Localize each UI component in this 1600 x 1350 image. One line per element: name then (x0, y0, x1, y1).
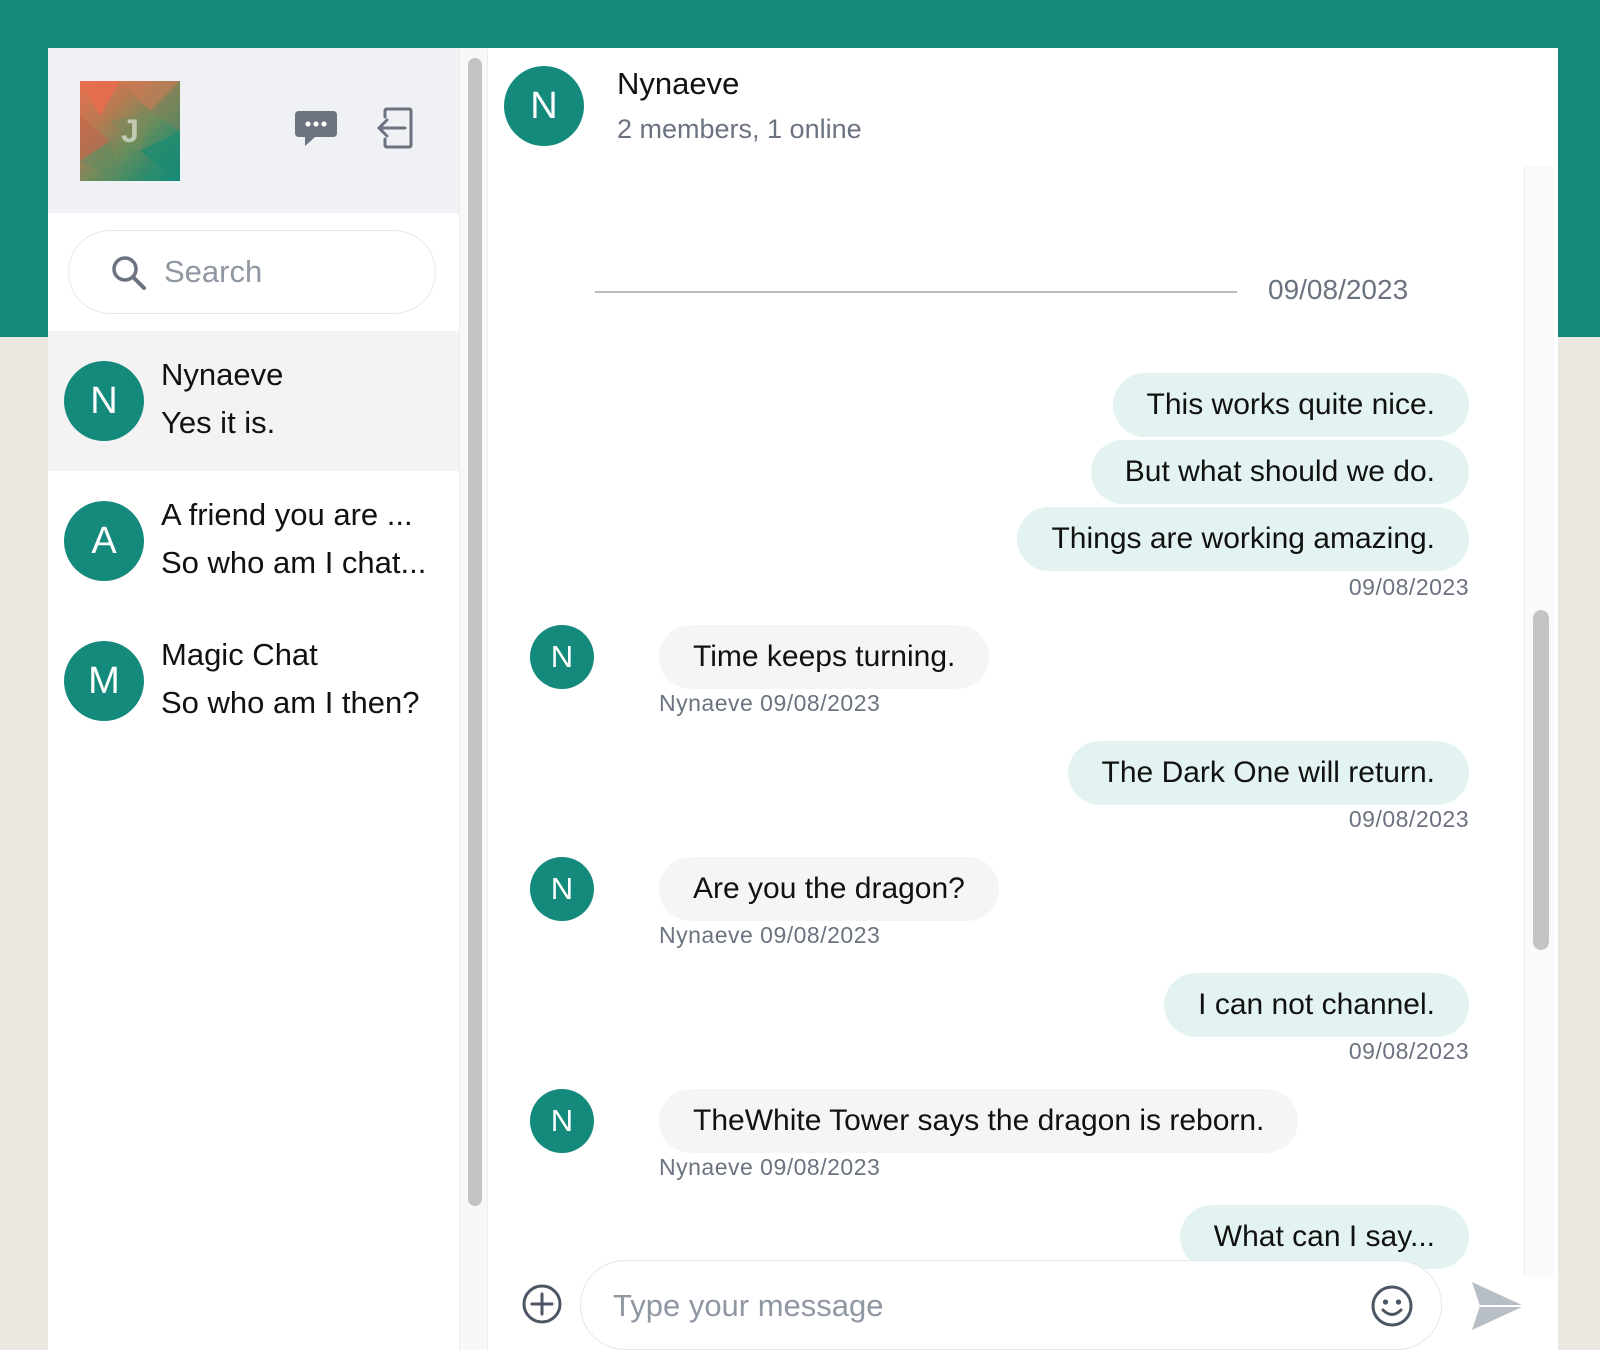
message-composer (580, 1260, 1442, 1350)
message-avatar: N (530, 625, 594, 689)
conversation-name: A friend you are ... (161, 497, 413, 532)
sidebar-scrollbar[interactable] (468, 58, 482, 1206)
date-separator-line (595, 291, 1237, 293)
message-avatar: N (530, 857, 594, 921)
chat-scrollbar[interactable] (1533, 610, 1549, 950)
search-box[interactable] (68, 230, 436, 314)
conversation-avatar: A (64, 501, 144, 581)
chat-title: Nynaeve (617, 66, 740, 101)
message-meta: 09/08/2023 (1348, 806, 1469, 832)
message-bubble-outgoing[interactable]: Things are working amazing. (1017, 507, 1469, 571)
message-meta: Nynaeve 09/08/2023 (659, 690, 881, 716)
conversation-name: Magic Chat (161, 637, 318, 672)
message-bubble-incoming[interactable]: TheWhite Tower says the dragon is reborn… (659, 1089, 1299, 1153)
conversation-item-friend[interactable]: A A friend you are ... So who am I chat.… (48, 471, 459, 611)
message-bubble-outgoing[interactable]: The Dark One will return. (1067, 741, 1469, 805)
search-input[interactable] (164, 249, 414, 295)
sidebar: J Search N Nynaeve Yes it is. A A friend… (48, 48, 459, 1350)
chat-member-status: 2 members, 1 online (617, 114, 862, 144)
chat-app: J Search N Nynaeve Yes it is. A A friend… (48, 48, 1558, 1350)
message-meta: Nynaeve 09/08/2023 (659, 1154, 881, 1180)
conversation-name: Nynaeve (161, 357, 284, 392)
search-icon (112, 256, 146, 290)
message-avatar: N (530, 1089, 594, 1153)
message-bubble-incoming[interactable]: Time keeps turning. (659, 625, 990, 689)
message-meta: Nynaeve 09/08/2023 (659, 922, 881, 948)
sidebar-header: J (48, 48, 459, 213)
user-avatar[interactable]: J (80, 81, 180, 181)
logout-icon[interactable] (371, 103, 421, 153)
user-avatar-letter: J (121, 113, 139, 149)
message-input[interactable] (613, 1281, 1333, 1331)
message-meta: 09/08/2023 (1348, 574, 1469, 600)
message-bubble-outgoing[interactable]: But what should we do. (1090, 440, 1469, 504)
conversation-last-message: Yes it is. (161, 405, 276, 440)
send-icon[interactable] (1468, 1278, 1528, 1334)
message-list: 09/08/2023 This works quite nice. But wh… (488, 166, 1558, 1276)
chat-panel: N Nynaeve 2 members, 1 online 09/08/2023… (488, 48, 1558, 1350)
smiley-icon[interactable] (1369, 1283, 1415, 1329)
conversation-last-message: So who am I chat... (161, 545, 427, 580)
plus-circle-icon[interactable] (520, 1282, 564, 1326)
conversation-item-nynaeve[interactable]: N Nynaeve Yes it is. (48, 331, 459, 471)
date-separator: 09/08/2023 (1268, 274, 1409, 305)
chat-header-avatar: N (504, 66, 584, 146)
chat-bubble-icon[interactable] (291, 103, 341, 153)
message-bubble-incoming[interactable]: Are you the dragon? (659, 857, 999, 921)
message-bubble-outgoing[interactable]: This works quite nice. (1112, 373, 1469, 437)
conversation-item-magic-chat[interactable]: M Magic Chat So who am I then? (48, 611, 459, 751)
conversation-avatar: M (64, 641, 144, 721)
message-bubble-outgoing[interactable]: I can not channel. (1164, 973, 1469, 1037)
conversation-last-message: So who am I then? (161, 685, 420, 720)
conversation-avatar: N (64, 361, 144, 441)
message-meta: 09/08/2023 (1348, 1038, 1469, 1064)
